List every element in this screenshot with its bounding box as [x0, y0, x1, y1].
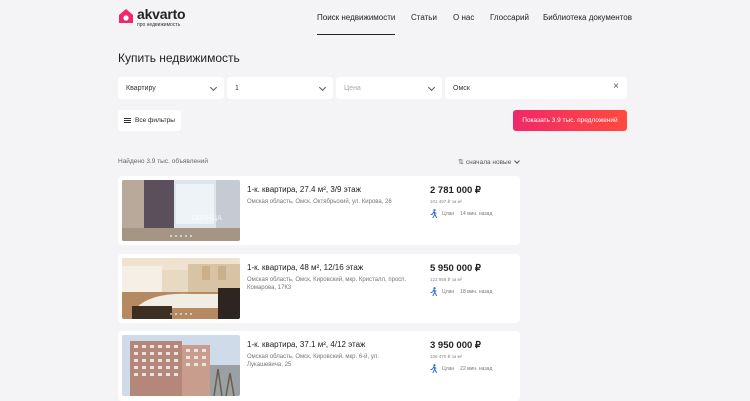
photo-watermark: СОЛНЦА	[192, 215, 222, 222]
price-select[interactable]: Цена	[336, 77, 442, 99]
listing-address: Омская область, Омск, Кировский, мкр. 6-…	[247, 354, 379, 368]
chevron-down-icon	[318, 83, 327, 92]
city-input[interactable]: Омск ×	[445, 77, 627, 99]
rooms-select[interactable]: 1	[227, 77, 333, 99]
photo-dots	[122, 235, 240, 237]
listing-price-per-m2: 101 497 ₽ за м²	[430, 199, 463, 204]
nav-item-articles[interactable]: Статьи	[411, 13, 437, 22]
results-count: Найдено 3.9 тыс. объявлений	[118, 158, 208, 165]
sort-dropdown[interactable]: ⇅ сначала новые	[458, 158, 521, 166]
listing-card[interactable]: 1-к. квартира, 48 м², 12/16 этаж Омская …	[118, 254, 520, 323]
listing-card[interactable]: 1-к. квартира, 37.1 м², 4/12 этаж Омская…	[118, 331, 520, 401]
all-filters-label: Все фильтры	[135, 117, 175, 124]
nav-item-about[interactable]: О нас	[453, 13, 474, 22]
metro-time: 14 мин. назад	[460, 210, 493, 217]
listing-address: Омская область, Омск, Кировский, мкр. Кр…	[247, 277, 407, 291]
filter-icon	[124, 118, 131, 123]
show-offers-label: Показать 3.9 тыс. предложений	[522, 117, 618, 124]
building-photo-image	[122, 335, 240, 396]
city-value: Омск	[453, 84, 470, 92]
room-photo-image: СОЛНЦА	[122, 180, 240, 241]
property-type-value: Квартиру	[126, 84, 156, 92]
listing-photo[interactable]	[122, 258, 240, 319]
sort-label: сначала новые	[465, 158, 512, 166]
chevron-down-icon	[427, 83, 436, 92]
metro-time: 22 мин. назад	[460, 365, 493, 372]
property-type-select[interactable]: Квартиру	[118, 77, 224, 99]
metro-name: Цлан	[442, 288, 455, 295]
nav-item-search[interactable]: Поиск недвижимости	[317, 13, 396, 35]
listing-address: Омская область, Омск, Октябрьский, ул. К…	[247, 199, 392, 205]
walking-person-icon	[430, 287, 437, 296]
all-filters-button[interactable]: Все фильтры	[118, 110, 181, 131]
listing-price: 5 950 000 ₽	[430, 263, 481, 274]
listing-title[interactable]: 1-к. квартира, 27.4 м², 3/9 этаж	[247, 185, 361, 194]
listing-metro: Цлан 14 мин. назад	[430, 209, 492, 218]
listing-title[interactable]: 1-к. квартира, 37.1 м², 4/12 этаж	[247, 340, 365, 349]
listing-metro: Цлан 18 мин. назад	[430, 287, 492, 296]
metro-name: Цлан	[442, 210, 455, 217]
listing-price-per-m2: 106 470 ₽ за м²	[430, 354, 463, 359]
listing-photo[interactable]	[122, 335, 240, 396]
listing-price: 3 950 000 ₽	[430, 340, 481, 351]
walking-person-icon	[430, 364, 437, 373]
listing-photo[interactable]: СОЛНЦА	[122, 180, 240, 241]
main-nav: Поиск недвижимости Статьи О нас Глоссари…	[0, 13, 750, 37]
clear-icon[interactable]: ×	[613, 82, 619, 92]
listing-card[interactable]: СОЛНЦА 1-к. квартира, 27.4 м², 3/9 этаж …	[118, 176, 520, 245]
page-title: Купить недвижимость	[118, 51, 240, 65]
metro-name: Цлан	[442, 365, 455, 372]
chevron-down-icon	[209, 83, 218, 92]
walking-person-icon	[430, 209, 437, 218]
photo-dots	[122, 313, 240, 315]
price-placeholder: Цена	[344, 84, 361, 92]
living-room-photo-image	[122, 258, 240, 319]
header: akvarto про недвижимость Поиск недвижимо…	[0, 0, 750, 42]
listing-metro: Цлан 22 мин. назад	[430, 364, 492, 373]
rooms-value: 1	[235, 84, 239, 92]
nav-item-glossary[interactable]: Глоссарий	[490, 13, 529, 22]
show-offers-button[interactable]: Показать 3.9 тыс. предложений	[513, 110, 627, 131]
listing-price-per-m2: 123 958 ₽ за м²	[430, 277, 463, 282]
nav-item-documents[interactable]: Библиотека документов	[543, 13, 632, 22]
metro-time: 18 мин. назад	[460, 288, 493, 295]
listing-price: 2 781 000 ₽	[430, 185, 481, 196]
listing-title[interactable]: 1-к. квартира, 48 м², 12/16 этаж	[247, 263, 363, 272]
sort-icon: ⇅	[458, 159, 464, 166]
chevron-down-icon	[514, 158, 521, 164]
